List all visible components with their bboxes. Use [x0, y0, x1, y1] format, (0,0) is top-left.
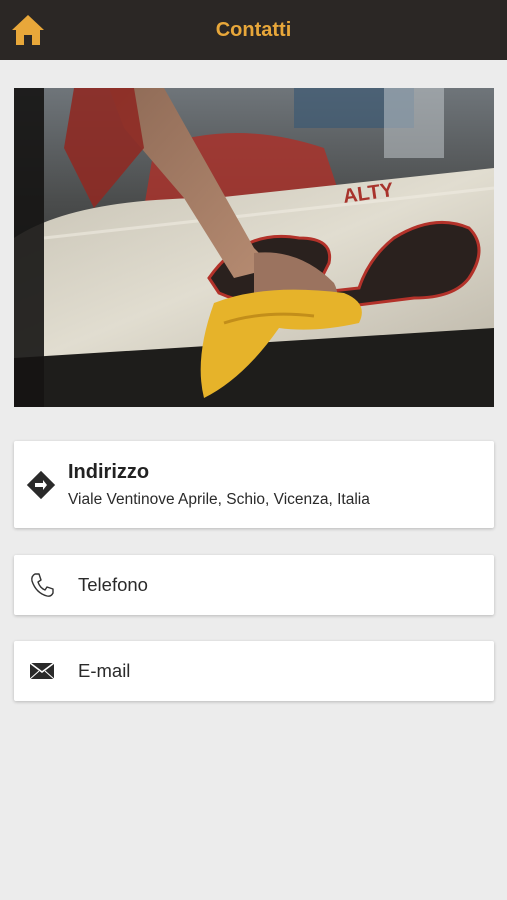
page-title: Contatti — [215, 18, 292, 41]
directions-icon — [26, 470, 56, 499]
phone-icon — [31, 573, 54, 597]
address-title: Indirizzo — [68, 460, 150, 483]
top-bar: Contatti — [0, 0, 507, 60]
mail-icon — [29, 662, 55, 680]
home-button[interactable] — [10, 12, 46, 48]
address-card[interactable]: Indirizzo Viale Ventinove Aprile, Schio,… — [14, 441, 494, 528]
phone-card[interactable]: Telefono — [14, 555, 494, 615]
email-label: E-mail — [78, 660, 131, 681]
email-card[interactable]: E-mail — [14, 641, 494, 701]
hero-image: ALTY — [14, 88, 494, 407]
phone-label: Telefono — [78, 574, 148, 595]
address-value: Viale Ventinove Aprile, Schio, Vicenza, … — [68, 490, 370, 508]
home-icon — [12, 15, 44, 45]
